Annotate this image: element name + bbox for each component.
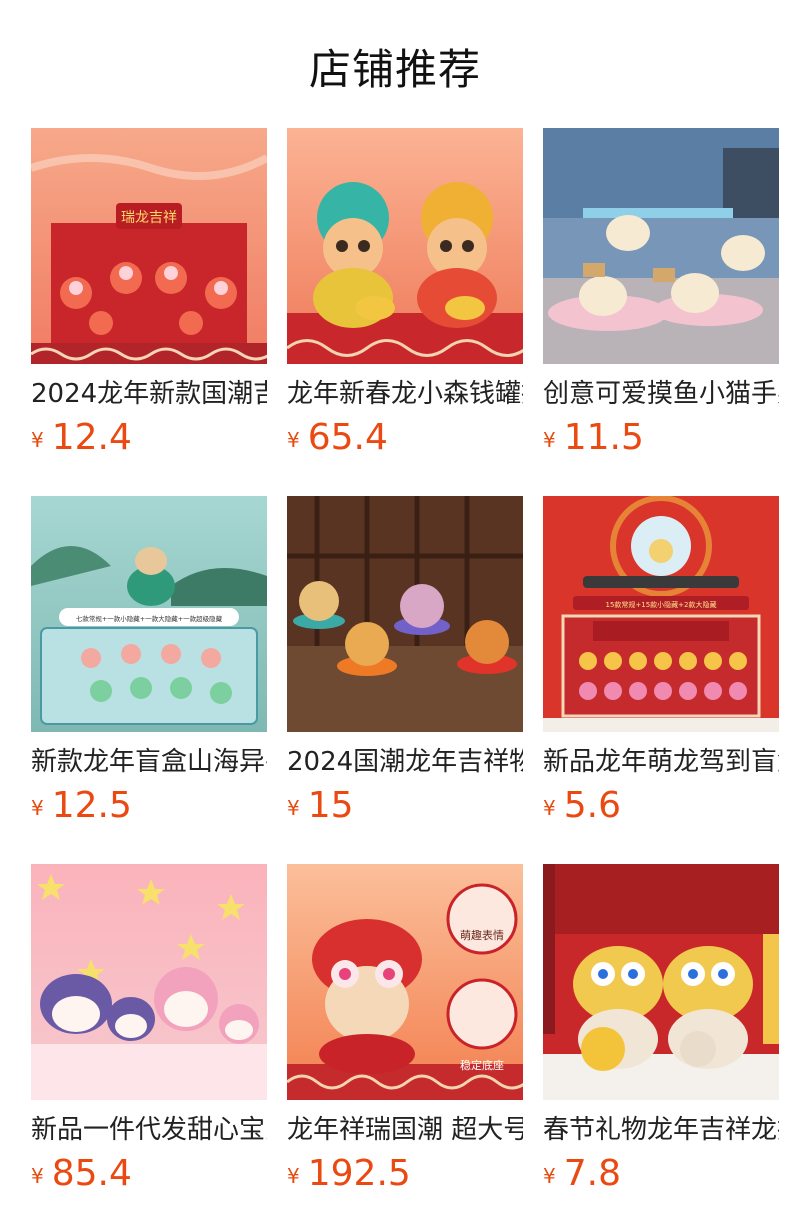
product-price: ¥15 bbox=[287, 784, 354, 828]
image-caption: 七款常规+一款小隐藏+一款大隐藏+一款超级隐藏 bbox=[76, 614, 223, 623]
badge-bottom-text: 稳定底座 bbox=[460, 1058, 504, 1072]
product-image[interactable]: 七款常规+一款小隐藏+一款大隐藏+一款超级隐藏 bbox=[31, 496, 267, 732]
currency-symbol: ¥ bbox=[31, 1164, 44, 1188]
image-caption: 15款常规+15款小隐藏+2款大隐藏 bbox=[606, 600, 717, 609]
product-card[interactable]: 新品一件代发甜心宝贝摆件 ¥85.4 bbox=[31, 864, 267, 1194]
product-image[interactable]: 瑞龙吉祥 bbox=[31, 128, 267, 364]
product-name[interactable]: 龙年新春龙小森钱罐摆件 bbox=[287, 374, 523, 414]
product-name[interactable]: 新品龙年萌龙驾到盲盒 bbox=[543, 742, 779, 782]
currency-symbol: ¥ bbox=[287, 428, 300, 452]
product-card[interactable]: 2024国潮龙年吉祥物摆件 ¥15 bbox=[287, 496, 523, 826]
price-value: 15 bbox=[307, 785, 354, 826]
product-card[interactable]: 创意可爱摸鱼小猫手办 ¥11.5 bbox=[543, 128, 779, 458]
product-card[interactable]: 萌趣表情 稳定底座 龙年祥瑞国潮 超大号摆件 ¥192.5 bbox=[287, 864, 523, 1194]
price-value: 192.5 bbox=[307, 1153, 411, 1194]
product-price: ¥192.5 bbox=[287, 1152, 411, 1196]
product-image[interactable] bbox=[287, 128, 523, 364]
product-price: ¥12.4 bbox=[31, 416, 132, 460]
badge-top-text: 萌趣表情 bbox=[460, 928, 504, 942]
product-image[interactable] bbox=[543, 128, 779, 364]
currency-symbol: ¥ bbox=[287, 796, 300, 820]
price-value: 11.5 bbox=[563, 417, 644, 458]
price-value: 65.4 bbox=[307, 417, 388, 458]
currency-symbol: ¥ bbox=[31, 428, 44, 452]
product-card[interactable]: 瑞龙吉祥 2024龙年新款国潮吉祥物摆件 ¥12.4 bbox=[31, 128, 267, 458]
price-value: 85.4 bbox=[51, 1153, 132, 1194]
currency-symbol: ¥ bbox=[31, 796, 44, 820]
product-name[interactable]: 创意可爱摸鱼小猫手办 bbox=[543, 374, 779, 414]
product-name[interactable]: 春节礼物龙年吉祥龙摆件 bbox=[543, 1110, 779, 1150]
product-image[interactable] bbox=[543, 864, 779, 1100]
product-image[interactable] bbox=[31, 864, 267, 1100]
product-card[interactable]: 龙年新春龙小森钱罐摆件 ¥65.4 bbox=[287, 128, 523, 458]
currency-symbol: ¥ bbox=[543, 428, 556, 452]
product-price: ¥12.5 bbox=[31, 784, 132, 828]
product-name[interactable]: 新款龙年盲盒山海异兽摆件 bbox=[31, 742, 267, 782]
banner-text: 瑞龙吉祥 bbox=[121, 210, 177, 226]
product-name[interactable]: 2024龙年新款国潮吉祥物摆件 bbox=[31, 374, 267, 414]
price-value: 7.8 bbox=[563, 1153, 621, 1194]
product-name[interactable]: 龙年祥瑞国潮 超大号摆件 bbox=[287, 1110, 523, 1150]
currency-symbol: ¥ bbox=[287, 1164, 300, 1188]
product-price: ¥5.6 bbox=[543, 784, 621, 828]
product-price: ¥11.5 bbox=[543, 416, 644, 460]
product-card[interactable]: 15款常规+15款小隐藏+2款大隐藏 新品龙年萌龙驾到盲盒 ¥5.6 bbox=[543, 496, 779, 826]
product-name[interactable]: 新品一件代发甜心宝贝摆件 bbox=[31, 1110, 267, 1150]
currency-symbol: ¥ bbox=[543, 1164, 556, 1188]
price-value: 12.5 bbox=[51, 785, 132, 826]
product-image[interactable]: 萌趣表情 稳定底座 bbox=[287, 864, 523, 1100]
product-image[interactable]: 15款常规+15款小隐藏+2款大隐藏 bbox=[543, 496, 779, 732]
page-title: 店铺推荐 bbox=[308, 45, 481, 94]
product-name[interactable]: 2024国潮龙年吉祥物摆件 bbox=[287, 742, 523, 782]
price-value: 12.4 bbox=[51, 417, 132, 458]
currency-symbol: ¥ bbox=[543, 796, 556, 820]
product-image[interactable] bbox=[287, 496, 523, 732]
product-price: ¥65.4 bbox=[287, 416, 388, 460]
product-card[interactable]: 七款常规+一款小隐藏+一款大隐藏+一款超级隐藏 新款龙年盲盒山海异兽摆件 ¥12… bbox=[31, 496, 267, 826]
price-value: 5.6 bbox=[563, 785, 621, 826]
product-price: ¥7.8 bbox=[543, 1152, 621, 1196]
product-card[interactable]: 春节礼物龙年吉祥龙摆件 ¥7.8 bbox=[543, 864, 779, 1194]
product-price: ¥85.4 bbox=[31, 1152, 132, 1196]
